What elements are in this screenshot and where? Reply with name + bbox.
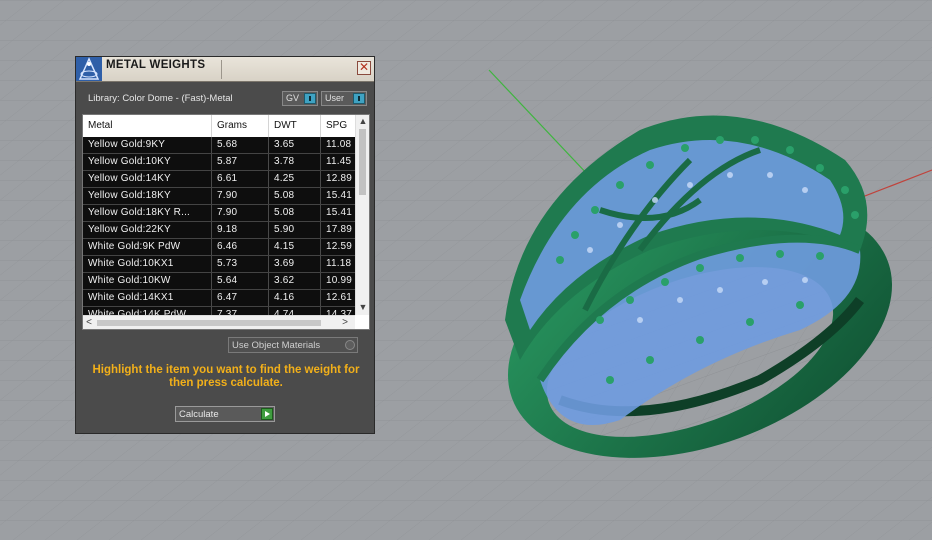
- dwt-cell: 5.08: [269, 205, 321, 221]
- gv-toggle-label: GV: [286, 93, 300, 103]
- play-arrow-icon: [261, 408, 273, 420]
- dwt-cell: 3.78: [269, 154, 321, 170]
- grams-cell: 6.46: [212, 239, 269, 255]
- metal-cell: Yellow Gold:10KY: [83, 154, 212, 170]
- metal-cell: White Gold:10KW: [83, 273, 212, 289]
- grams-cell: 5.64: [212, 273, 269, 289]
- table-row[interactable]: Yellow Gold:18KY 7.90 5.08 15.41: [83, 188, 355, 205]
- spg-cell: 12.61: [326, 292, 353, 303]
- dwt-cell: 4.16: [269, 290, 321, 306]
- library-label: Library: Color Dome - (Fast)-Metal: [88, 93, 233, 104]
- dwt-cell: 3.69: [269, 256, 321, 272]
- grams-cell: 5.73: [212, 256, 269, 272]
- spg-cell: 17.89: [326, 224, 353, 235]
- scroll-down-icon[interactable]: ▼: [356, 301, 369, 313]
- metal-cell: Yellow Gold:18KY: [83, 188, 212, 204]
- spg-cell: 15.41: [326, 190, 353, 201]
- grams-cell: 5.68: [212, 137, 269, 153]
- column-header-metal[interactable]: Metal: [83, 115, 212, 137]
- user-toggle-label: User: [325, 93, 345, 103]
- metal-cell: Yellow Gold:22KY: [83, 222, 212, 238]
- grams-cell: 6.61: [212, 171, 269, 187]
- spg-cell: 10.99: [326, 275, 353, 286]
- metal-cell: White Gold:10KX1: [83, 256, 212, 272]
- close-icon: ✕: [358, 60, 370, 74]
- dwt-cell: 3.65: [269, 137, 321, 153]
- grams-cell: 5.87: [212, 154, 269, 170]
- table-row[interactable]: Yellow Gold:14KY 6.61 4.25 12.89: [83, 171, 355, 188]
- dwt-cell: 5.08: [269, 188, 321, 204]
- spg-cell: 12.89: [326, 173, 353, 184]
- metal-cell: Yellow Gold:14KY: [83, 171, 212, 187]
- spg-cell: 11.18: [326, 258, 352, 269]
- metal-cell: Yellow Gold:9KY: [83, 137, 212, 153]
- metal-cell: White Gold:14KX1: [83, 290, 212, 306]
- dwt-cell: 3.62: [269, 273, 321, 289]
- table-row[interactable]: Yellow Gold:18KY R... 7.90 5.08 15.41: [83, 205, 355, 222]
- color-dome-logo-icon: [76, 57, 102, 81]
- dwt-cell: 4.25: [269, 171, 321, 187]
- table-row[interactable]: Yellow Gold:10KY 5.87 3.78 11.45: [83, 154, 355, 171]
- spg-cell: 11.08: [326, 139, 352, 150]
- column-header-dwt[interactable]: DWT: [269, 115, 321, 137]
- vertical-scroll-thumb[interactable]: [359, 129, 366, 195]
- table-row[interactable]: Yellow Gold:22KY 9.18 5.90 17.89: [83, 222, 355, 239]
- spg-cell: 11.45: [326, 156, 352, 167]
- metal-cell: White Gold:9K PdW: [83, 239, 212, 255]
- grams-cell: 6.47: [212, 290, 269, 306]
- grams-cell: 7.90: [212, 188, 269, 204]
- vertical-scrollbar[interactable]: ▲ ▼: [355, 115, 369, 315]
- scroll-up-icon[interactable]: ▲: [356, 115, 369, 127]
- close-button[interactable]: ✕: [357, 61, 371, 75]
- panel-title: METAL WEIGHTS: [106, 59, 206, 71]
- calculate-label: Calculate: [179, 409, 219, 420]
- scroll-right-icon[interactable]: >: [339, 316, 351, 329]
- table-row[interactable]: White Gold:9K PdW 6.46 4.15 12.59: [83, 239, 355, 256]
- use-object-materials-option[interactable]: Use Object Materials: [228, 337, 358, 353]
- table-row[interactable]: Yellow Gold:9KY 5.68 3.65 11.08: [83, 137, 355, 154]
- instructions-text: Highlight the item you want to find the …: [92, 364, 360, 389]
- column-header-grams[interactable]: Grams: [212, 115, 269, 137]
- grams-cell: 7.90: [212, 205, 269, 221]
- titlebar-divider: [221, 60, 222, 79]
- metal-weights-panel: METAL WEIGHTS ✕ Library: Color Dome - (F…: [75, 56, 375, 434]
- calculate-button[interactable]: Calculate: [175, 406, 275, 422]
- table-row[interactable]: White Gold:10KW 5.64 3.62 10.99: [83, 273, 355, 290]
- metal-cell: Yellow Gold:18KY R...: [83, 205, 212, 221]
- table-row[interactable]: White Gold:10KX1 5.73 3.69 11.18: [83, 256, 355, 273]
- table-header: Metal Grams DWT SPG: [83, 115, 355, 137]
- dwt-cell: 5.90: [269, 222, 321, 238]
- radio-button-icon[interactable]: [345, 340, 355, 350]
- use-object-materials-label: Use Object Materials: [232, 340, 321, 351]
- user-toggle[interactable]: User: [321, 91, 367, 106]
- horizontal-scrollbar[interactable]: < >: [83, 315, 355, 329]
- scroll-left-icon[interactable]: <: [83, 316, 95, 329]
- table-row[interactable]: White Gold:14KX1 6.47 4.16 12.61: [83, 290, 355, 307]
- gv-toggle[interactable]: GV: [282, 91, 318, 106]
- table-body: Yellow Gold:9KY 5.68 3.65 11.08 Yellow G…: [83, 137, 355, 324]
- column-header-spg[interactable]: SPG: [321, 115, 355, 137]
- spg-cell: 12.59: [326, 241, 353, 252]
- spg-cell: 15.41: [326, 207, 353, 218]
- metal-table: Metal Grams DWT SPG Yellow Gold:9KY 5.68…: [82, 114, 370, 330]
- grams-cell: 9.18: [212, 222, 269, 238]
- horizontal-scroll-thumb[interactable]: [97, 320, 321, 326]
- toggle-switch-icon: [353, 93, 365, 104]
- dwt-cell: 4.15: [269, 239, 321, 255]
- toggle-switch-icon: [304, 93, 316, 104]
- panel-titlebar[interactable]: METAL WEIGHTS ✕: [76, 57, 374, 82]
